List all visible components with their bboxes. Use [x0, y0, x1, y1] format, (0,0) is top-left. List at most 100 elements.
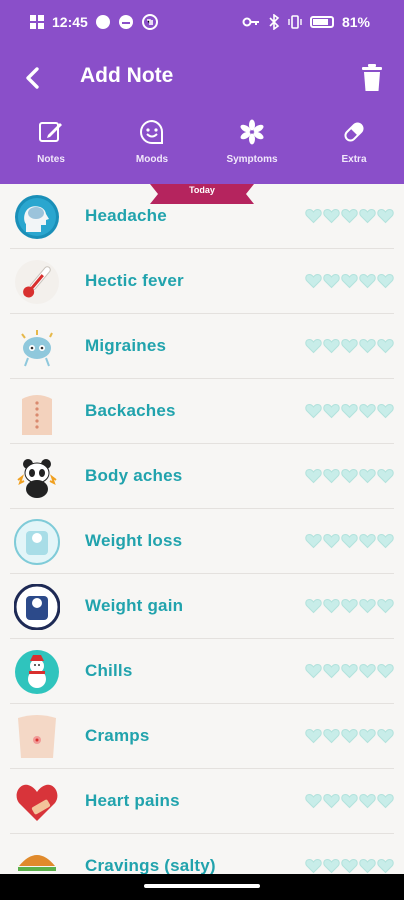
list-item[interactable]: Backaches	[10, 379, 394, 444]
list-item[interactable]: Weight loss	[10, 509, 394, 574]
heart-icon[interactable]	[305, 793, 322, 809]
list-item[interactable]: Cramps	[10, 704, 394, 769]
back-button[interactable]	[16, 60, 48, 96]
severity-rating[interactable]	[305, 793, 394, 809]
heart-icon[interactable]	[305, 403, 322, 419]
heart-icon[interactable]	[359, 533, 376, 549]
heart-icon[interactable]	[377, 403, 394, 419]
heart-icon[interactable]	[323, 533, 340, 549]
heart-icon[interactable]	[341, 468, 358, 484]
heart-icon[interactable]	[305, 728, 322, 744]
heart-icon[interactable]	[377, 598, 394, 614]
heart-icon[interactable]	[305, 208, 322, 224]
battery-icon	[309, 16, 334, 28]
top-app-bar: Add Note	[0, 52, 404, 104]
heart-icon[interactable]	[305, 598, 322, 614]
heart-icon[interactable]	[323, 468, 340, 484]
thermometer-icon	[14, 259, 60, 305]
list-item[interactable]: Cravings (salty)	[10, 834, 394, 874]
heart-icon[interactable]	[377, 663, 394, 679]
symptom-list: Headache Hectic fever Migraines Backache…	[0, 184, 404, 874]
tab-notes-label: Notes	[37, 154, 65, 165]
heart-icon[interactable]	[341, 208, 358, 224]
delete-button[interactable]	[356, 60, 388, 96]
category-tabs: Notes Moods Symptoms Extra	[0, 118, 404, 174]
heart-icon[interactable]	[305, 533, 322, 549]
tab-symptoms[interactable]: Symptoms	[207, 118, 297, 174]
heart-icon[interactable]	[341, 533, 358, 549]
heart-icon[interactable]	[359, 468, 376, 484]
severity-rating[interactable]	[305, 858, 394, 874]
heart-icon[interactable]	[341, 338, 358, 354]
severity-rating[interactable]	[305, 468, 394, 484]
heart-icon[interactable]	[359, 273, 376, 289]
burger-icon	[14, 844, 60, 874]
tab-notes[interactable]: Notes	[6, 118, 96, 174]
windows-icon	[30, 15, 44, 29]
heart-icon[interactable]	[377, 273, 394, 289]
heart-icon[interactable]	[377, 533, 394, 549]
heart-icon[interactable]	[323, 793, 340, 809]
heart-icon[interactable]	[323, 663, 340, 679]
heart-icon[interactable]	[323, 403, 340, 419]
severity-rating[interactable]	[305, 728, 394, 744]
tab-extra[interactable]: Extra	[309, 118, 399, 174]
heart-icon[interactable]	[377, 208, 394, 224]
severity-rating[interactable]	[305, 533, 394, 549]
heart-icon[interactable]	[359, 208, 376, 224]
heart-icon[interactable]	[341, 663, 358, 679]
heart-icon[interactable]	[341, 793, 358, 809]
bluetooth-icon	[269, 14, 280, 30]
severity-rating[interactable]	[305, 598, 394, 614]
heart-icon[interactable]	[359, 598, 376, 614]
symptom-label: Chills	[85, 661, 133, 680]
heart-icon[interactable]	[359, 858, 376, 874]
list-item[interactable]: Hectic fever	[10, 249, 394, 314]
severity-rating[interactable]	[305, 273, 394, 289]
heart-icon[interactable]	[305, 468, 322, 484]
heart-icon[interactable]	[341, 598, 358, 614]
heart-icon[interactable]	[341, 403, 358, 419]
severity-rating[interactable]	[305, 403, 394, 419]
heart-icon[interactable]	[323, 858, 340, 874]
heart-icon[interactable]	[377, 858, 394, 874]
heart-icon[interactable]	[305, 663, 322, 679]
heart-icon[interactable]	[377, 338, 394, 354]
symptom-label: Cravings (salty)	[85, 856, 216, 874]
list-item[interactable]: Body aches	[10, 444, 394, 509]
heart-icon[interactable]	[323, 208, 340, 224]
heart-icon[interactable]	[359, 338, 376, 354]
severity-rating[interactable]	[305, 663, 394, 679]
heart-icon[interactable]	[359, 793, 376, 809]
heart-icon[interactable]	[359, 663, 376, 679]
heart-icon[interactable]	[377, 468, 394, 484]
heart-icon[interactable]	[341, 858, 358, 874]
severity-rating[interactable]	[305, 208, 394, 224]
heart-icon[interactable]	[359, 403, 376, 419]
heart-icon[interactable]	[323, 728, 340, 744]
list-item[interactable]: Migraines	[10, 314, 394, 379]
heart-icon[interactable]	[305, 338, 322, 354]
snowman-icon	[14, 649, 60, 695]
heart-icon[interactable]	[305, 273, 322, 289]
heart-icon[interactable]	[323, 338, 340, 354]
home-gesture-handle[interactable]	[144, 884, 260, 888]
heart-icon[interactable]	[305, 858, 322, 874]
heart-icon[interactable]	[377, 728, 394, 744]
app-notification-icon	[141, 14, 158, 30]
list-item[interactable]: Weight gain	[10, 574, 394, 639]
list-item[interactable]: Heart pains	[10, 769, 394, 834]
heart-icon[interactable]	[377, 793, 394, 809]
heart-icon[interactable]	[359, 728, 376, 744]
panda-icon	[14, 454, 60, 500]
heart-icon[interactable]	[323, 273, 340, 289]
symptom-label: Weight loss	[85, 531, 183, 550]
tab-moods[interactable]: Moods	[107, 118, 197, 174]
heart-icon[interactable]	[341, 728, 358, 744]
app-header: 12:45 81% Add Note Notes Moods Symptoms …	[0, 0, 404, 184]
list-item[interactable]: Chills	[10, 639, 394, 704]
heart-icon[interactable]	[323, 598, 340, 614]
pill-icon	[340, 118, 368, 146]
heart-icon[interactable]	[341, 273, 358, 289]
severity-rating[interactable]	[305, 338, 394, 354]
